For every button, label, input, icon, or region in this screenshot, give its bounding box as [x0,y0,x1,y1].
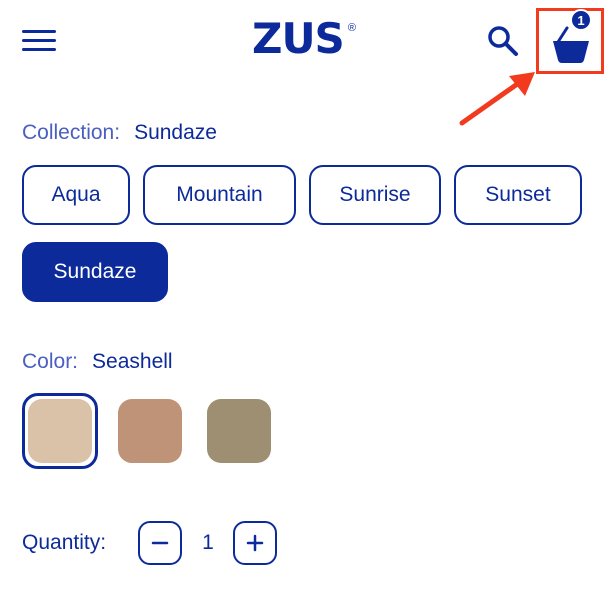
collection-label: Collection: [22,121,121,144]
quantity-value: 1 [202,531,214,554]
color-label: Color: [22,350,79,373]
collection-option-mountain[interactable]: Mountain [143,165,296,225]
color-label-row: Color: Seashell [22,350,173,374]
hamburger-line [22,30,56,33]
quantity-label: Quantity: [22,531,107,554]
collection-option-sunrise[interactable]: Sunrise [309,165,441,225]
minus-icon [151,541,169,545]
hamburger-line [22,48,56,51]
collection-option-sunset[interactable]: Sunset [454,165,582,225]
header: ZUS ® 1 [0,0,614,126]
hamburger-line [22,39,56,42]
color-selected-value: Seashell [92,350,173,373]
collection-label-row: Collection: Sundaze [22,121,217,145]
quantity-decrement-button[interactable] [138,521,182,565]
annotation-arrow-icon [459,72,535,126]
color-swatch[interactable] [207,399,271,463]
color-swatch[interactable] [118,399,182,463]
logo-text: ZUS [252,14,345,63]
search-button[interactable] [486,24,520,58]
collection-selected-value: Sundaze [134,121,217,144]
search-icon [488,26,518,56]
color-swatch-seashell[interactable] [28,399,92,463]
plus-icon [246,534,264,552]
collection-option-aqua[interactable]: Aqua [22,165,130,225]
collection-option-sundaze[interactable]: Sundaze [22,242,168,302]
brand-logo[interactable]: ZUS ® [252,14,356,64]
menu-button[interactable] [22,27,58,53]
quantity-increment-button[interactable] [233,521,277,565]
cart-button[interactable]: 1 [536,8,604,74]
registered-mark: ® [347,22,356,34]
cart-count-badge: 1 [570,9,592,31]
